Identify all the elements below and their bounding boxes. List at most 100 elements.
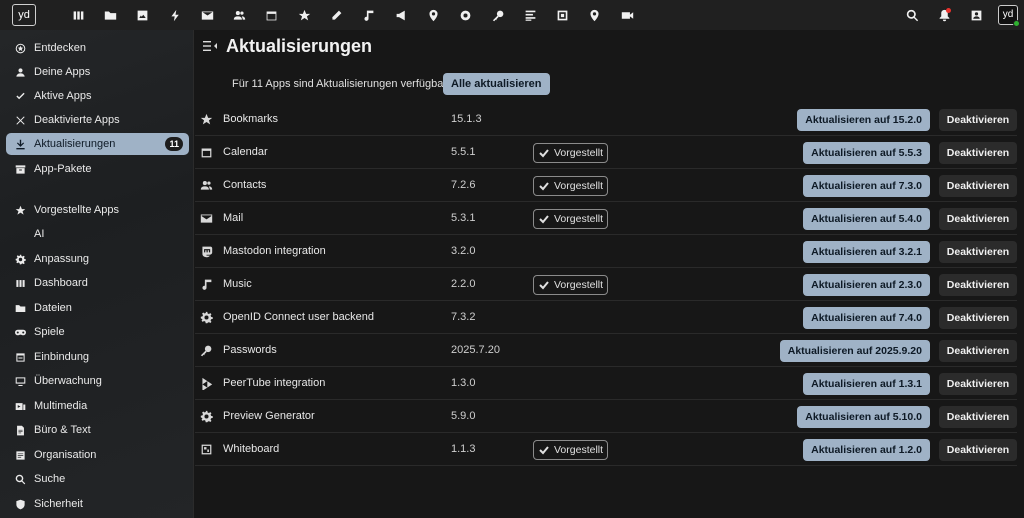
updates-info-text: Für 11 Apps sind Aktualisierungen verfüg… bbox=[232, 78, 450, 90]
avatar[interactable]: yd bbox=[998, 5, 1020, 27]
mail-icon bbox=[200, 212, 213, 225]
check-icon bbox=[539, 281, 549, 290]
sidebar-item-buero-text[interactable]: Büro & Text bbox=[6, 419, 189, 441]
app-name[interactable]: Preview Generator bbox=[223, 410, 315, 422]
location-icon[interactable] bbox=[579, 0, 611, 30]
sidebar-item-deine-apps[interactable]: Deine Apps bbox=[6, 61, 189, 83]
app-name[interactable]: Mail bbox=[223, 212, 243, 224]
music-icon[interactable] bbox=[353, 0, 385, 30]
notifications-icon[interactable] bbox=[928, 0, 960, 30]
update-button[interactable]: Aktualisieren auf 2025.9.20 bbox=[779, 340, 930, 362]
sidebar-item-entdecken[interactable]: Entdecken bbox=[6, 37, 189, 59]
disable-button[interactable]: Deaktivieren bbox=[939, 373, 1017, 395]
mail-icon[interactable] bbox=[191, 0, 223, 30]
sidebar-item-vorgestellte-apps[interactable]: Vorgestellte Apps bbox=[6, 199, 189, 221]
check-icon bbox=[539, 149, 549, 158]
update-button[interactable]: Aktualisieren auf 7.4.0 bbox=[803, 307, 930, 329]
disable-button[interactable]: Deaktivieren bbox=[939, 142, 1017, 164]
app-version: 2025.7.20 bbox=[451, 344, 500, 356]
contacts-icon[interactable] bbox=[223, 0, 255, 30]
sidebar-item-label: Büro & Text bbox=[34, 424, 91, 436]
sidebar-item-app-pakete[interactable]: App-Pakete bbox=[6, 158, 189, 180]
app-name[interactable]: Contacts bbox=[223, 179, 266, 191]
sidebar-item-aktualisierungen[interactable]: Aktualisierungen 11 bbox=[6, 133, 189, 155]
app-name[interactable]: OpenID Connect user backend bbox=[223, 311, 374, 323]
sidebar-item-deaktivierte-apps[interactable]: Deaktivierte Apps bbox=[6, 109, 189, 131]
app-name[interactable]: Passwords bbox=[223, 344, 277, 356]
app-row-bookmarks: Bookmarks 15.1.3 Aktualisieren auf 15.2.… bbox=[195, 103, 1017, 136]
app-name[interactable]: PeerTube integration bbox=[223, 377, 325, 389]
sidebar-item-anpassung[interactable]: Anpassung bbox=[6, 248, 189, 270]
update-all-button[interactable]: Alle aktualisieren bbox=[443, 73, 550, 95]
update-button[interactable]: Aktualisieren auf 1.2.0 bbox=[803, 439, 930, 461]
disable-button[interactable]: Deaktivieren bbox=[939, 274, 1017, 296]
whiteboard-icon bbox=[200, 443, 213, 456]
app-version: 7.2.6 bbox=[451, 179, 476, 191]
announcements-icon[interactable] bbox=[385, 0, 417, 30]
photos-icon[interactable] bbox=[127, 0, 159, 30]
user-menu[interactable]: yd bbox=[992, 0, 1024, 30]
app-row-passwords: Passwords 2025.7.20 Aktualisieren auf 20… bbox=[195, 334, 1017, 367]
sidebar-item-spiele[interactable]: Spiele bbox=[6, 321, 189, 343]
disable-button[interactable]: Deaktivieren bbox=[939, 208, 1017, 230]
disable-button[interactable]: Deaktivieren bbox=[939, 307, 1017, 329]
disable-button[interactable]: Deaktivieren bbox=[939, 340, 1017, 362]
disable-button[interactable]: Deaktivieren bbox=[939, 175, 1017, 197]
update-button[interactable]: Aktualisieren auf 5.4.0 bbox=[803, 208, 930, 230]
sidebar-item-label: Sicherheit bbox=[34, 498, 83, 510]
maps-icon[interactable] bbox=[417, 0, 449, 30]
app-version: 2.2.0 bbox=[451, 278, 476, 290]
update-button[interactable]: Aktualisieren auf 2.3.0 bbox=[803, 274, 930, 296]
app-version: 15.1.3 bbox=[451, 113, 482, 125]
notes-icon[interactable] bbox=[320, 0, 352, 30]
update-button[interactable]: Aktualisieren auf 5.5.3 bbox=[803, 142, 930, 164]
update-button[interactable]: Aktualisieren auf 7.3.0 bbox=[803, 175, 930, 197]
update-button[interactable]: Aktualisieren auf 15.2.0 bbox=[797, 109, 930, 131]
sidebar-item-dashboard[interactable]: Dashboard bbox=[6, 272, 189, 294]
sidebar-item-einbindung[interactable]: Einbindung bbox=[6, 346, 189, 368]
app-name[interactable]: Mastodon integration bbox=[223, 245, 326, 257]
app-name[interactable]: Music bbox=[223, 278, 252, 290]
sidebar-item-aktive-apps[interactable]: Aktive Apps bbox=[6, 85, 189, 107]
disable-button[interactable]: Deaktivieren bbox=[939, 241, 1017, 263]
sidebar-item-label: Überwachung bbox=[34, 375, 102, 387]
whiteboard-icon[interactable] bbox=[546, 0, 578, 30]
update-button[interactable]: Aktualisieren auf 5.10.0 bbox=[797, 406, 930, 428]
search-icon[interactable] bbox=[896, 0, 928, 30]
sidebar-item-label: Spiele bbox=[34, 326, 65, 338]
sidebar-item-organisation[interactable]: Organisation bbox=[6, 444, 189, 466]
star-icon bbox=[200, 113, 213, 126]
passwords-icon[interactable] bbox=[482, 0, 514, 30]
header-bar: yd yd bbox=[0, 0, 1024, 30]
files-icon[interactable] bbox=[94, 0, 126, 30]
activity-icon[interactable] bbox=[159, 0, 191, 30]
disable-button[interactable]: Deaktivieren bbox=[939, 109, 1017, 131]
dashboard-icon[interactable] bbox=[62, 0, 94, 30]
sidebar-item-multimedia[interactable]: Multimedia bbox=[6, 395, 189, 417]
app-version: 1.3.0 bbox=[451, 377, 476, 389]
bookmarks-icon[interactable] bbox=[288, 0, 320, 30]
app-name[interactable]: Calendar bbox=[223, 146, 268, 158]
talk-icon[interactable] bbox=[611, 0, 643, 30]
update-button[interactable]: Aktualisieren auf 1.3.1 bbox=[803, 373, 930, 395]
sidebar-item-ai[interactable]: AI bbox=[6, 223, 189, 245]
tasks-icon[interactable] bbox=[514, 0, 546, 30]
sidebar-item-ueberwachung[interactable]: Überwachung bbox=[6, 370, 189, 392]
folder-icon bbox=[12, 300, 28, 316]
sidebar-item-dateien[interactable]: Dateien bbox=[6, 297, 189, 319]
app-row-contacts: Contacts 7.2.6 Vorgestellt Aktualisieren… bbox=[195, 169, 1017, 202]
radio-icon[interactable] bbox=[450, 0, 482, 30]
logo[interactable]: yd bbox=[12, 4, 36, 26]
toggle-navigation-icon[interactable] bbox=[203, 40, 217, 52]
contacts-menu-icon[interactable] bbox=[960, 0, 992, 30]
sidebar-item-suche[interactable]: Suche bbox=[6, 468, 189, 490]
update-button[interactable]: Aktualisieren auf 3.2.1 bbox=[803, 241, 930, 263]
sidebar-item-sicherheit[interactable]: Sicherheit bbox=[6, 493, 189, 515]
disable-button[interactable]: Deaktivieren bbox=[939, 406, 1017, 428]
disable-button[interactable]: Deaktivieren bbox=[939, 439, 1017, 461]
app-name[interactable]: Whiteboard bbox=[223, 443, 279, 455]
check-icon bbox=[539, 446, 549, 455]
calendar-icon[interactable] bbox=[256, 0, 288, 30]
page-title: Aktualisierungen bbox=[226, 36, 373, 56]
app-name[interactable]: Bookmarks bbox=[223, 113, 278, 125]
